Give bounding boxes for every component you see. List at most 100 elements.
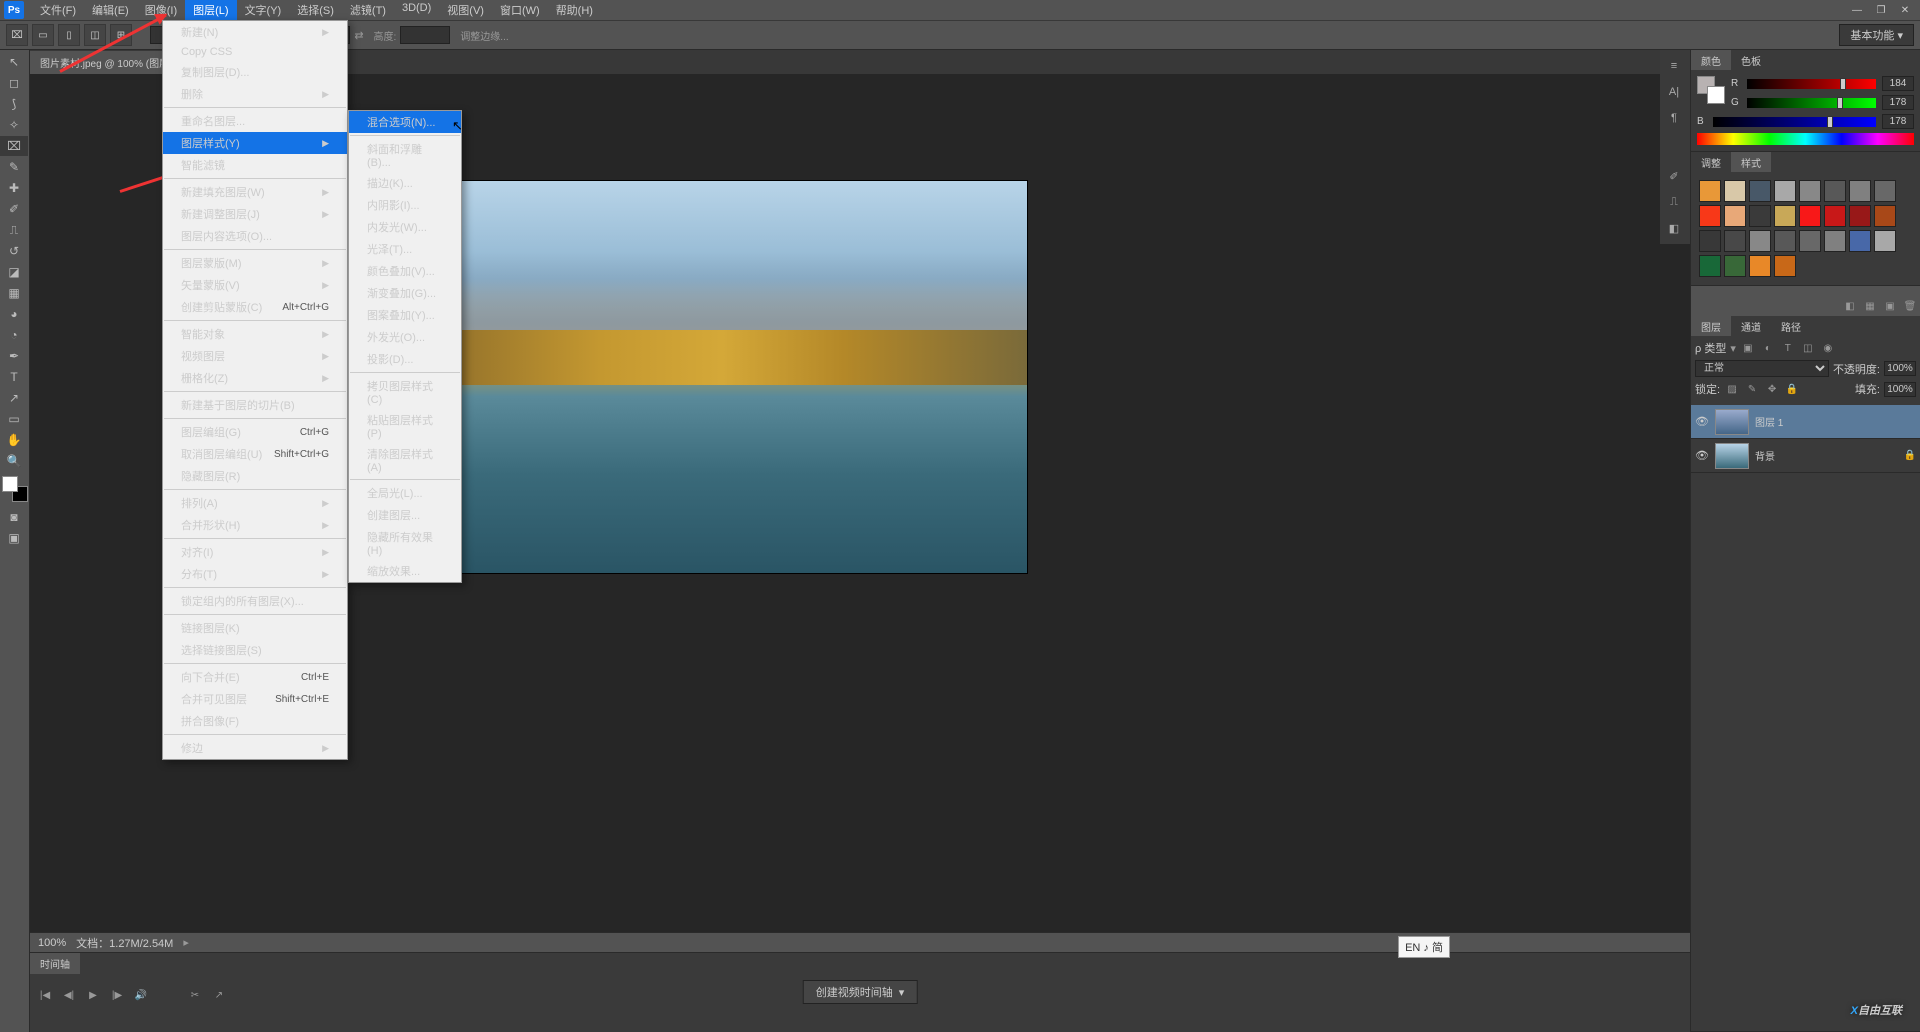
filter-icon[interactable]: ◐: [1760, 340, 1776, 356]
lock-move-icon[interactable]: ✥: [1764, 381, 1780, 397]
spectrum-bar[interactable]: [1697, 133, 1914, 145]
type-tool-icon[interactable]: T: [0, 367, 28, 387]
history-brush-icon[interactable]: ↺: [0, 241, 28, 261]
first-frame-icon[interactable]: |◀: [38, 988, 52, 1002]
gradient-tool-icon[interactable]: ▦: [0, 283, 28, 303]
zoom-level[interactable]: 100%: [38, 937, 66, 949]
split-icon[interactable]: ✂: [188, 988, 202, 1002]
menu-文字(Y)[interactable]: 文字(Y): [237, 0, 290, 20]
style-swatch[interactable]: [1824, 230, 1846, 252]
menu-item[interactable]: 渐变叠加(G)...: [349, 282, 461, 304]
menu-item[interactable]: 复制图层(D)...: [163, 61, 347, 83]
menu-文件(F)[interactable]: 文件(F): [32, 0, 84, 20]
style-swatch[interactable]: [1774, 255, 1796, 277]
style-swatch[interactable]: [1799, 230, 1821, 252]
color-slider[interactable]: [1713, 117, 1876, 127]
menu-item[interactable]: 排列(A)▶: [163, 492, 347, 514]
minimize-button[interactable]: —: [1846, 2, 1868, 18]
menu-item[interactable]: 内发光(W)...: [349, 216, 461, 238]
style-swatch[interactable]: [1799, 205, 1821, 227]
prev-frame-icon[interactable]: ◀|: [62, 988, 76, 1002]
layer-name[interactable]: 背景: [1755, 448, 1775, 463]
zoom-tool-icon[interactable]: 🔍: [0, 451, 28, 471]
style-swatch[interactable]: [1699, 230, 1721, 252]
pen-tool-icon[interactable]: ✒: [0, 346, 28, 366]
healing-tool-icon[interactable]: ✚: [0, 178, 28, 198]
move-tool-icon[interactable]: ↖: [0, 52, 28, 72]
style-swatch[interactable]: [1849, 180, 1871, 202]
menu-item[interactable]: 锁定组内的所有图层(X)...: [163, 590, 347, 612]
opt-icon[interactable]: ▭: [32, 24, 54, 46]
style-swatch[interactable]: [1724, 180, 1746, 202]
create-video-timeline-button[interactable]: 创建视频时间轴▾: [803, 980, 918, 1004]
style-swatch[interactable]: [1724, 205, 1746, 227]
menu-视图(V)[interactable]: 视图(V): [439, 0, 492, 20]
marquee-tool-icon[interactable]: ◻: [0, 73, 28, 93]
screenmode-icon[interactable]: ▣: [0, 528, 28, 548]
menu-item[interactable]: 新建填充图层(W)▶: [163, 181, 347, 203]
blur-tool-icon[interactable]: ◕: [0, 304, 28, 324]
paths-tab[interactable]: 路径: [1771, 316, 1811, 336]
style-swatch[interactable]: [1799, 180, 1821, 202]
quickmask-icon[interactable]: ◙: [0, 507, 28, 527]
menu-item[interactable]: 删除▶: [163, 83, 347, 105]
menu-item[interactable]: 图层编组(G)Ctrl+G: [163, 421, 347, 443]
layer-row[interactable]: 👁背景🔒: [1691, 439, 1920, 473]
menu-帮助(H)[interactable]: 帮助(H): [548, 0, 601, 20]
style-swatch[interactable]: [1849, 205, 1871, 227]
trash-icon[interactable]: 🗑: [1902, 298, 1918, 314]
color-value[interactable]: 178: [1882, 114, 1914, 129]
layer-row[interactable]: 👁图层 1: [1691, 405, 1920, 439]
menu-item[interactable]: 光泽(T)...: [349, 238, 461, 260]
lock-all-icon[interactable]: 🔒: [1784, 381, 1800, 397]
menu-item[interactable]: 拼合图像(F): [163, 710, 347, 732]
color-tab[interactable]: 颜色: [1691, 50, 1731, 70]
panel-icon[interactable]: ▣: [1882, 298, 1898, 314]
timeline-tab[interactable]: 时间轴: [30, 953, 80, 974]
blend-mode-select[interactable]: 正常: [1695, 360, 1829, 377]
menu-item[interactable]: 图层蒙版(M)▶: [163, 252, 347, 274]
layer-thumbnail[interactable]: [1715, 443, 1749, 469]
menu-item[interactable]: 内阴影(I)...: [349, 194, 461, 216]
clone-panel-icon[interactable]: ◧: [1662, 216, 1686, 240]
char-panel-icon[interactable]: A|: [1662, 80, 1686, 104]
swatch-tab[interactable]: 色板: [1731, 50, 1771, 70]
menu-item[interactable]: 斜面和浮雕(B)...: [349, 138, 461, 172]
style-swatch[interactable]: [1724, 230, 1746, 252]
menu-item[interactable]: 缩放效果...: [349, 560, 461, 582]
visibility-icon[interactable]: 👁: [1695, 415, 1709, 428]
height-field[interactable]: [400, 26, 450, 44]
brush-tool-icon[interactable]: ✐: [0, 199, 28, 219]
menu-item[interactable]: 视频图层▶: [163, 345, 347, 367]
adjust-tab[interactable]: 调整: [1691, 152, 1731, 172]
style-swatch[interactable]: [1824, 205, 1846, 227]
style-swatch[interactable]: [1699, 205, 1721, 227]
menu-选择(S)[interactable]: 选择(S): [289, 0, 342, 20]
straighten-button[interactable]: 调整边缘...: [460, 28, 508, 43]
color-slider[interactable]: [1747, 79, 1876, 89]
color-value[interactable]: 178: [1882, 95, 1914, 110]
dodge-tool-icon[interactable]: ◔: [0, 325, 28, 345]
menu-item[interactable]: 智能对象▶: [163, 323, 347, 345]
filter-icon[interactable]: T: [1780, 340, 1796, 356]
menu-item[interactable]: Copy CSS: [163, 43, 347, 61]
style-swatch[interactable]: [1749, 205, 1771, 227]
style-swatch[interactable]: [1699, 255, 1721, 277]
lock-transparent-icon[interactable]: ▨: [1724, 381, 1740, 397]
style-swatch[interactable]: [1749, 180, 1771, 202]
panel-icon[interactable]: ▦: [1862, 298, 1878, 314]
crop-tool-icon[interactable]: ⌧: [6, 24, 28, 46]
style-swatch[interactable]: [1699, 180, 1721, 202]
color-slider[interactable]: [1747, 98, 1876, 108]
menu-item[interactable]: 修边▶: [163, 737, 347, 759]
fill-value[interactable]: 100%: [1884, 382, 1916, 397]
menu-item[interactable]: 向下合并(E)Ctrl+E: [163, 666, 347, 688]
brush-presets-icon[interactable]: ⎍: [1662, 190, 1686, 214]
style-swatch[interactable]: [1724, 255, 1746, 277]
eyedropper-tool-icon[interactable]: ✎: [0, 157, 28, 177]
menu-item[interactable]: 重命名图层...: [163, 110, 347, 132]
menu-item[interactable]: 对齐(I)▶: [163, 541, 347, 563]
wand-tool-icon[interactable]: ✧: [0, 115, 28, 135]
visibility-icon[interactable]: 👁: [1695, 449, 1709, 462]
filter-icon[interactable]: ◉: [1820, 340, 1836, 356]
